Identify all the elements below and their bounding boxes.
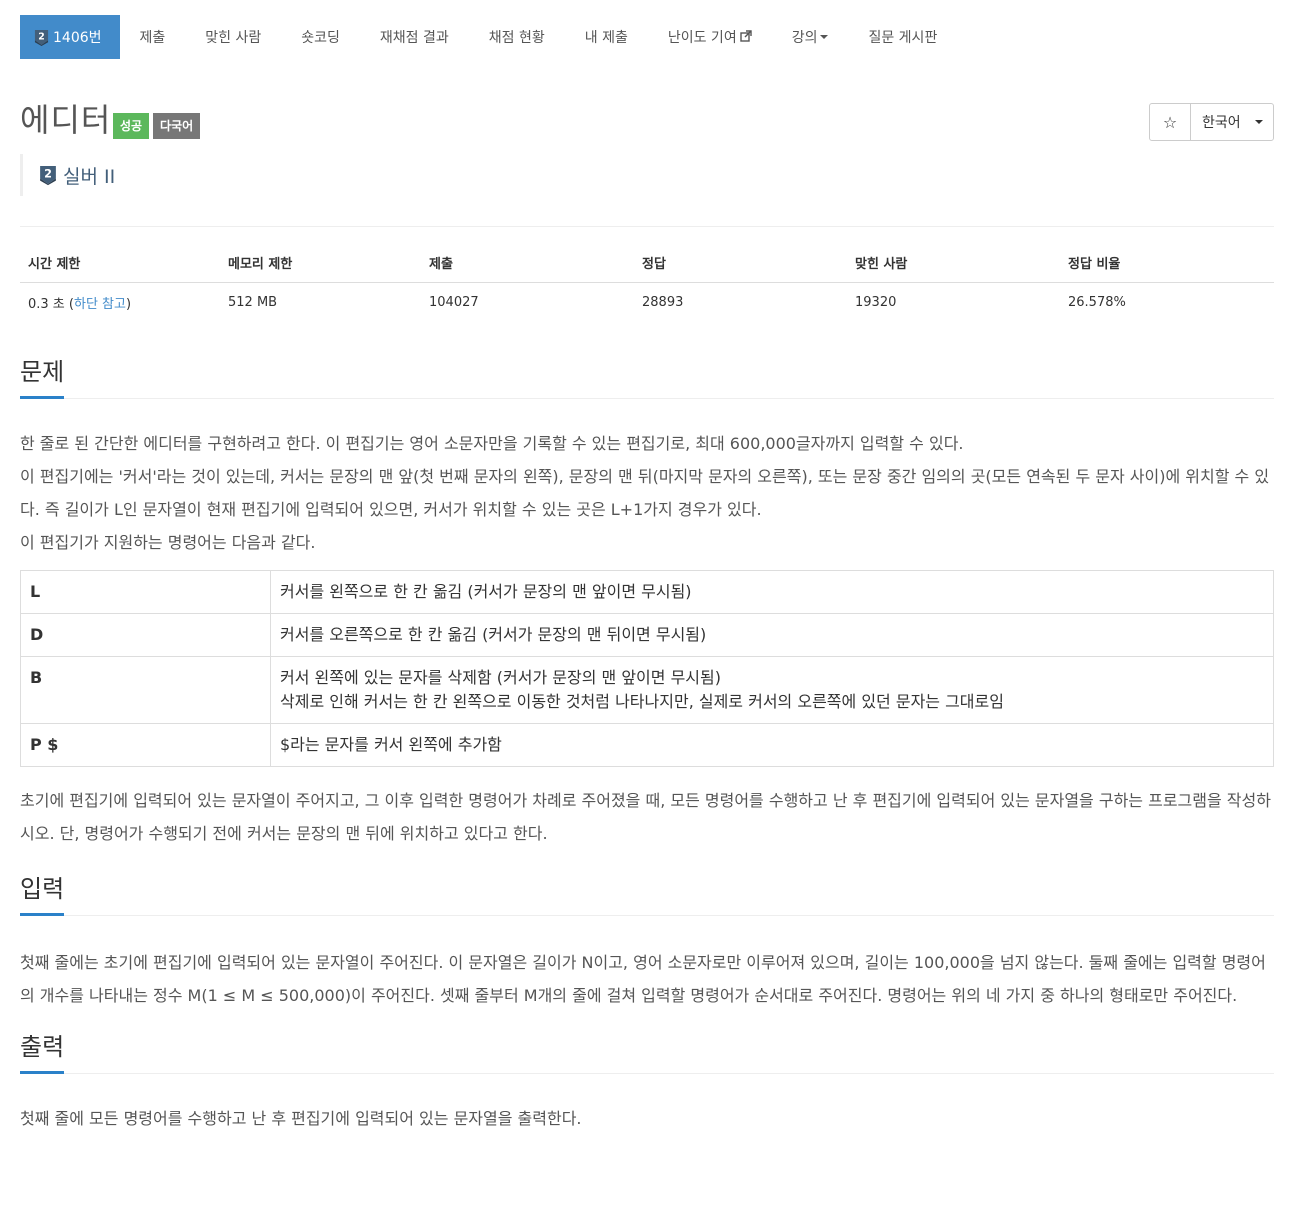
time-limit-value: 0.3 초 ( bbox=[28, 297, 74, 312]
stats-header-row: 시간 제한 메모리 제한 제출 정답 맞힌 사람 정답 비율 bbox=[20, 241, 1274, 283]
favorite-button[interactable]: ☆ bbox=[1150, 104, 1191, 140]
tab-qna-board[interactable]: 질문 게시판 bbox=[848, 15, 957, 59]
header-accepted: 정답 bbox=[634, 241, 847, 283]
tab-solvers[interactable]: 맞힌 사람 bbox=[185, 15, 281, 59]
status-badge-success: 성공 bbox=[113, 113, 150, 139]
command-desc-line: 커서를 오른쪽으로 한 칸 옮김 (커서가 문장의 맨 뒤이면 무시됨) bbox=[280, 625, 707, 644]
command-desc: 커서 왼쪽에 있는 문자를 삭제함 (커서가 문장의 맨 앞이면 무시됨) 삭제로… bbox=[270, 656, 1274, 724]
tab-problem-label: 1406번 bbox=[53, 30, 102, 46]
problem-paragraph-4: 초기에 편집기에 입력되어 있는 문자열이 주어지고, 그 이후 입력한 명령어… bbox=[20, 791, 1271, 843]
problem-paragraph-1: 한 줄로 된 간단한 에디터를 구현하려고 한다. 이 편집기는 영어 소문자만… bbox=[20, 434, 964, 453]
command-key: D bbox=[20, 613, 271, 657]
section-input-header: 입력 bbox=[20, 872, 1274, 916]
tab-problem[interactable]: 2 1406번 bbox=[20, 15, 120, 59]
submissions-value: 104027 bbox=[429, 295, 479, 310]
table-row: D 커서를 오른쪽으로 한 칸 옮김 (커서가 문장의 맨 뒤이면 무시됨) bbox=[20, 613, 1274, 657]
tier-number: 2 bbox=[38, 31, 45, 42]
command-desc-line: 커서 왼쪽에 있는 문자를 삭제함 (커서가 문장의 맨 앞이면 무시됨) bbox=[280, 668, 721, 687]
section-output-header: 출력 bbox=[20, 1030, 1274, 1074]
section-problem-header: 문제 bbox=[20, 355, 1274, 399]
tier-silver-icon[interactable]: 2 bbox=[39, 164, 57, 186]
tab-lecture-label: 강의 bbox=[791, 30, 818, 46]
table-row: B 커서 왼쪽에 있는 문자를 삭제함 (커서가 문장의 맨 앞이면 무시됨) 삭… bbox=[20, 656, 1274, 724]
time-limit-cell: 0.3 초 (하단 참고) bbox=[20, 283, 220, 323]
problem-stats-table: 시간 제한 메모리 제한 제출 정답 맞힌 사람 정답 비율 0.3 초 (하단… bbox=[20, 241, 1274, 322]
tab-rejudge[interactable]: 재채점 결과 bbox=[360, 15, 469, 59]
header-time-limit: 시간 제한 bbox=[20, 241, 220, 283]
language-select[interactable]: 한국어 bbox=[1191, 104, 1273, 140]
tier-number: 2 bbox=[44, 167, 52, 180]
section-output-title: 출력 bbox=[20, 1030, 65, 1074]
page-title: 에디터 bbox=[20, 101, 112, 139]
tab-lecture-dropdown[interactable]: 강의 bbox=[772, 15, 849, 59]
time-limit-note-link[interactable]: 하단 참고 bbox=[74, 297, 126, 312]
command-table: L 커서를 왼쪽으로 한 칸 옮김 (커서가 문장의 맨 앞이면 무시됨) D … bbox=[20, 570, 1274, 767]
problem-paragraph-2: 이 편집기에는 '커서'라는 것이 있는데, 커서는 문장의 맨 앞(첫 번째 … bbox=[20, 467, 1270, 519]
stats-value-row: 0.3 초 (하단 참고) 512 MB 104027 28893 19320 … bbox=[20, 283, 1274, 323]
command-desc-line: 커서를 왼쪽으로 한 칸 옮김 (커서가 문장의 맨 앞이면 무시됨) bbox=[280, 582, 692, 601]
caret-down-icon bbox=[1254, 120, 1263, 124]
command-key: L bbox=[20, 570, 271, 614]
section-problem-title: 문제 bbox=[20, 355, 65, 399]
command-desc: 커서를 오른쪽으로 한 칸 옮김 (커서가 문장의 맨 뒤이면 무시됨) bbox=[270, 613, 1274, 657]
header-ratio: 정답 비율 bbox=[1060, 241, 1274, 283]
tab-submit[interactable]: 제출 bbox=[120, 15, 186, 59]
table-row: L 커서를 왼쪽으로 한 칸 옮김 (커서가 문장의 맨 앞이면 무시됨) bbox=[20, 570, 1274, 614]
problem-nav: 2 1406번 제출 맞힌 사람 숏코딩 재채점 결과 채점 현황 내 제출 난… bbox=[20, 15, 1274, 59]
title-row: 에디터 성공 다국어 ☆ 한국어 bbox=[20, 100, 1274, 152]
tier-info: 2 실버 II bbox=[20, 154, 1274, 196]
tab-my-submissions[interactable]: 내 제출 bbox=[565, 15, 648, 59]
ratio-value: 26.578% bbox=[1068, 295, 1126, 310]
caret-down-icon bbox=[820, 35, 829, 39]
accepted-value: 28893 bbox=[642, 295, 684, 310]
time-limit-suffix: ) bbox=[125, 297, 132, 312]
tier-silver-icon: 2 bbox=[34, 29, 49, 46]
command-desc-line: 삭제로 인해 커서는 한 칸 왼쪽으로 이동한 것처럼 나타나지만, 실제로 커… bbox=[280, 692, 1004, 711]
star-icon: ☆ bbox=[1162, 112, 1178, 132]
command-desc: 커서를 왼쪽으로 한 칸 옮김 (커서가 문장의 맨 앞이면 무시됨) bbox=[270, 570, 1274, 614]
tab-short-coding[interactable]: 숏코딩 bbox=[281, 15, 360, 59]
section-input-title: 입력 bbox=[20, 872, 65, 916]
title-actions: ☆ 한국어 bbox=[1149, 103, 1274, 141]
language-selected: 한국어 bbox=[1202, 115, 1241, 131]
problem-paragraph-3: 이 편집기가 지원하는 명령어는 다음과 같다. bbox=[20, 533, 316, 552]
command-desc-line: $라는 문자를 커서 왼쪽에 추가함 bbox=[280, 735, 502, 754]
solvers-value: 19320 bbox=[855, 295, 897, 310]
output-description: 첫째 줄에 모든 명령어를 수행하고 난 후 편집기에 입력되어 있는 문자열을… bbox=[20, 1109, 582, 1128]
status-badge-multilang: 다국어 bbox=[153, 113, 201, 139]
external-link-icon bbox=[740, 29, 752, 45]
command-key: B bbox=[20, 656, 271, 724]
tab-difficulty-label: 난이도 기여 bbox=[667, 30, 737, 46]
input-description: 첫째 줄에는 초기에 편집기에 입력되어 있는 문자열이 주어진다. 이 문자열… bbox=[20, 953, 1266, 1005]
command-key: P $ bbox=[20, 723, 271, 767]
header-solvers: 맞힌 사람 bbox=[847, 241, 1060, 283]
header-submissions: 제출 bbox=[421, 241, 634, 283]
divider bbox=[20, 226, 1274, 227]
tab-difficulty-contribution[interactable]: 난이도 기여 bbox=[648, 15, 772, 59]
header-memory-limit: 메모리 제한 bbox=[220, 241, 421, 283]
memory-limit-value: 512 MB bbox=[228, 295, 278, 310]
command-desc: $라는 문자를 커서 왼쪽에 추가함 bbox=[270, 723, 1274, 767]
table-row: P $ $라는 문자를 커서 왼쪽에 추가함 bbox=[20, 723, 1274, 767]
tab-status[interactable]: 채점 현황 bbox=[469, 15, 565, 59]
tier-name: 실버 II bbox=[63, 165, 116, 188]
